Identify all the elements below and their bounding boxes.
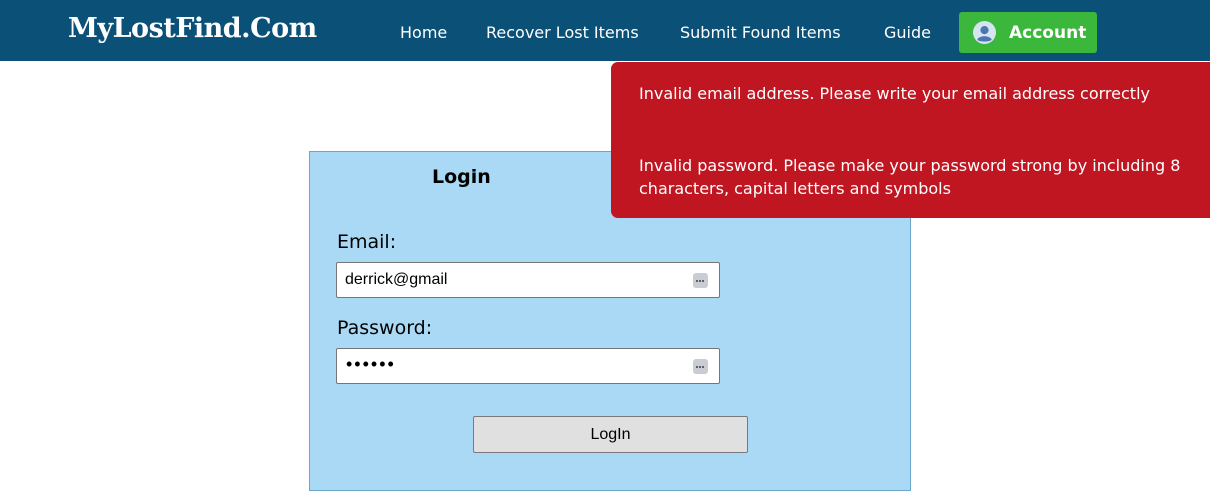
nav-recover-lost-items[interactable]: Recover Lost Items <box>486 23 639 42</box>
autofill-key-icon[interactable] <box>693 273 708 288</box>
error-toast: Invalid email address. Please write your… <box>611 62 1210 218</box>
site-logo[interactable]: MyLostFind.Com <box>68 13 317 44</box>
account-label: Account <box>1009 23 1087 43</box>
autofill-key-icon[interactable] <box>693 359 708 374</box>
user-circle-icon <box>973 21 996 44</box>
email-error-message: Invalid email address. Please write your… <box>639 84 1150 103</box>
login-button[interactable]: LogIn <box>473 416 748 453</box>
password-error-message: Invalid password. Please make your passw… <box>639 156 1181 198</box>
login-title: Login <box>432 166 491 188</box>
nav-guide[interactable]: Guide <box>884 23 931 42</box>
account-button[interactable]: Account <box>959 12 1097 53</box>
password-mask: •••••• <box>346 354 396 374</box>
email-field[interactable]: derrick@gmail <box>336 262 720 298</box>
email-label: Email: <box>337 231 397 253</box>
password-label: Password: <box>337 317 433 339</box>
nav-home[interactable]: Home <box>400 23 447 42</box>
password-field[interactable]: •••••• <box>336 348 720 384</box>
email-value: derrick@gmail <box>345 271 448 288</box>
top-navbar: MyLostFind.Com Home Recover Lost Items S… <box>0 0 1210 61</box>
nav-submit-found-items[interactable]: Submit Found Items <box>680 23 841 42</box>
